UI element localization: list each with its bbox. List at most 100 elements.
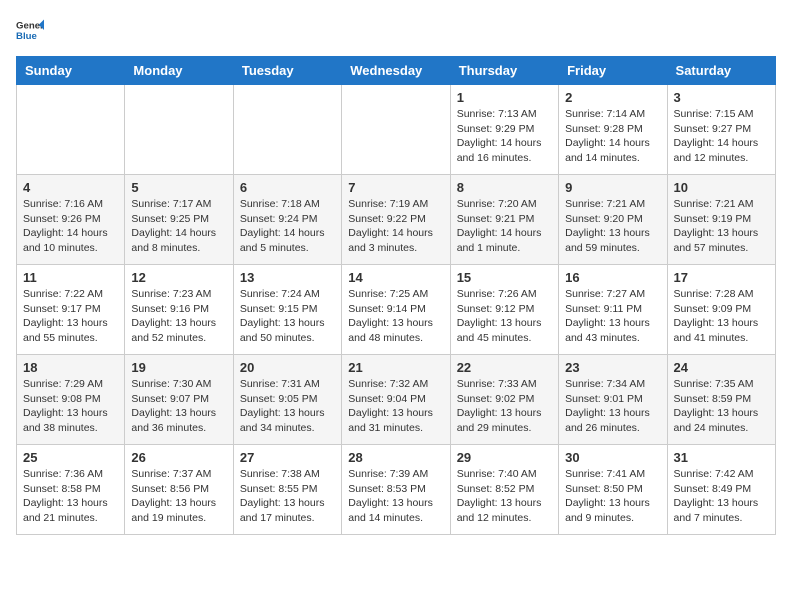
calendar-week-5: 25 Sunrise: 7:36 AM Sunset: 8:58 PM Dayli… xyxy=(17,445,776,535)
calendar-cell xyxy=(233,85,341,175)
calendar-cell: 18 Sunrise: 7:29 AM Sunset: 9:08 PM Dayli… xyxy=(17,355,125,445)
calendar-cell: 24 Sunrise: 7:35 AM Sunset: 8:59 PM Dayli… xyxy=(667,355,775,445)
day-info: Sunrise: 7:21 AM Sunset: 9:19 PM Dayligh… xyxy=(674,197,769,256)
day-info: Sunrise: 7:14 AM Sunset: 9:28 PM Dayligh… xyxy=(565,107,660,166)
day-info: Sunrise: 7:23 AM Sunset: 9:16 PM Dayligh… xyxy=(131,287,226,346)
calendar-cell: 17Sunrise: 7:28 AM Sunset: 9:09 PM Dayli… xyxy=(667,265,775,355)
column-header-tuesday: Tuesday xyxy=(233,57,341,85)
calendar-week-4: 18 Sunrise: 7:29 AM Sunset: 9:08 PM Dayli… xyxy=(17,355,776,445)
day-info: Sunrise: 7:22 AM Sunset: 9:17 PM Dayligh… xyxy=(23,287,118,346)
calendar-cell: 19Sunrise: 7:30 AM Sunset: 9:07 PM Dayli… xyxy=(125,355,233,445)
day-number: 27 xyxy=(240,450,335,465)
calendar-cell: 21 Sunrise: 7:32 AM Sunset: 9:04 PM Dayli… xyxy=(342,355,450,445)
day-number: 12 xyxy=(131,270,226,285)
day-info: Sunrise: 7:41 AM Sunset: 8:50 PM Dayligh… xyxy=(565,467,660,526)
calendar-cell: 2 Sunrise: 7:14 AM Sunset: 9:28 PM Daylig… xyxy=(559,85,667,175)
calendar-cell xyxy=(17,85,125,175)
day-info: Sunrise: 7:42 AM Sunset: 8:49 PM Dayligh… xyxy=(674,467,769,526)
day-number: 30 xyxy=(565,450,660,465)
day-number: 7 xyxy=(348,180,443,195)
column-header-monday: Monday xyxy=(125,57,233,85)
day-number: 24 xyxy=(674,360,769,375)
day-number: 11 xyxy=(23,270,118,285)
day-number: 13 xyxy=(240,270,335,285)
day-info: Sunrise: 7:32 AM Sunset: 9:04 PM Dayligh… xyxy=(348,377,443,436)
calendar-cell: 13 Sunrise: 7:24 AM Sunset: 9:15 PM Dayli… xyxy=(233,265,341,355)
calendar-cell: 31 Sunrise: 7:42 AM Sunset: 8:49 PM Dayli… xyxy=(667,445,775,535)
calendar-week-3: 11 Sunrise: 7:22 AM Sunset: 9:17 PM Dayli… xyxy=(17,265,776,355)
calendar-cell xyxy=(125,85,233,175)
day-number: 9 xyxy=(565,180,660,195)
calendar-cell: 25 Sunrise: 7:36 AM Sunset: 8:58 PM Dayli… xyxy=(17,445,125,535)
column-header-friday: Friday xyxy=(559,57,667,85)
day-info: Sunrise: 7:24 AM Sunset: 9:15 PM Dayligh… xyxy=(240,287,335,346)
day-info: Sunrise: 7:37 AM Sunset: 8:56 PM Dayligh… xyxy=(131,467,226,526)
calendar-cell: 7Sunrise: 7:19 AM Sunset: 9:22 PM Daylig… xyxy=(342,175,450,265)
calendar-cell: 16Sunrise: 7:27 AM Sunset: 9:11 PM Dayli… xyxy=(559,265,667,355)
day-number: 31 xyxy=(674,450,769,465)
day-number: 8 xyxy=(457,180,552,195)
day-number: 22 xyxy=(457,360,552,375)
column-header-thursday: Thursday xyxy=(450,57,558,85)
day-info: Sunrise: 7:30 AM Sunset: 9:07 PM Dayligh… xyxy=(131,377,226,436)
calendar-cell: 28 Sunrise: 7:39 AM Sunset: 8:53 PM Dayli… xyxy=(342,445,450,535)
calendar-cell: 29 Sunrise: 7:40 AM Sunset: 8:52 PM Dayli… xyxy=(450,445,558,535)
day-info: Sunrise: 7:20 AM Sunset: 9:21 PM Dayligh… xyxy=(457,197,552,256)
day-number: 20 xyxy=(240,360,335,375)
day-info: Sunrise: 7:21 AM Sunset: 9:20 PM Dayligh… xyxy=(565,197,660,256)
day-info: Sunrise: 7:26 AM Sunset: 9:12 PM Dayligh… xyxy=(457,287,552,346)
day-number: 14 xyxy=(348,270,443,285)
calendar-cell: 14 Sunrise: 7:25 AM Sunset: 9:14 PM Dayli… xyxy=(342,265,450,355)
day-number: 29 xyxy=(457,450,552,465)
calendar-week-1: 1Sunrise: 7:13 AM Sunset: 9:29 PM Daylig… xyxy=(17,85,776,175)
calendar-cell: 22 Sunrise: 7:33 AM Sunset: 9:02 PM Dayli… xyxy=(450,355,558,445)
day-number: 25 xyxy=(23,450,118,465)
day-info: Sunrise: 7:18 AM Sunset: 9:24 PM Dayligh… xyxy=(240,197,335,256)
day-info: Sunrise: 7:15 AM Sunset: 9:27 PM Dayligh… xyxy=(674,107,769,166)
day-number: 3 xyxy=(674,90,769,105)
calendar-cell: 9 Sunrise: 7:21 AM Sunset: 9:20 PM Daylig… xyxy=(559,175,667,265)
day-number: 4 xyxy=(23,180,118,195)
calendar-cell: 8 Sunrise: 7:20 AM Sunset: 9:21 PM Daylig… xyxy=(450,175,558,265)
calendar-cell: 15 Sunrise: 7:26 AM Sunset: 9:12 PM Dayli… xyxy=(450,265,558,355)
column-header-wednesday: Wednesday xyxy=(342,57,450,85)
column-header-saturday: Saturday xyxy=(667,57,775,85)
day-info: Sunrise: 7:40 AM Sunset: 8:52 PM Dayligh… xyxy=(457,467,552,526)
day-info: Sunrise: 7:33 AM Sunset: 9:02 PM Dayligh… xyxy=(457,377,552,436)
day-info: Sunrise: 7:35 AM Sunset: 8:59 PM Dayligh… xyxy=(674,377,769,436)
calendar-cell: 4Sunrise: 7:16 AM Sunset: 9:26 PM Daylig… xyxy=(17,175,125,265)
calendar-cell: 23Sunrise: 7:34 AM Sunset: 9:01 PM Dayli… xyxy=(559,355,667,445)
calendar-week-2: 4Sunrise: 7:16 AM Sunset: 9:26 PM Daylig… xyxy=(17,175,776,265)
calendar-cell: 27 Sunrise: 7:38 AM Sunset: 8:55 PM Dayli… xyxy=(233,445,341,535)
calendar-cell: 11 Sunrise: 7:22 AM Sunset: 9:17 PM Dayli… xyxy=(17,265,125,355)
logo: General Blue xyxy=(16,16,44,44)
calendar-cell: 6Sunrise: 7:18 AM Sunset: 9:24 PM Daylig… xyxy=(233,175,341,265)
calendar-cell: 10 Sunrise: 7:21 AM Sunset: 9:19 PM Dayli… xyxy=(667,175,775,265)
day-info: Sunrise: 7:28 AM Sunset: 9:09 PM Dayligh… xyxy=(674,287,769,346)
day-info: Sunrise: 7:25 AM Sunset: 9:14 PM Dayligh… xyxy=(348,287,443,346)
day-number: 10 xyxy=(674,180,769,195)
page-header: General Blue xyxy=(16,16,776,44)
calendar-cell: 30 Sunrise: 7:41 AM Sunset: 8:50 PM Dayli… xyxy=(559,445,667,535)
day-info: Sunrise: 7:13 AM Sunset: 9:29 PM Dayligh… xyxy=(457,107,552,166)
day-number: 2 xyxy=(565,90,660,105)
calendar-cell: 3 Sunrise: 7:15 AM Sunset: 9:27 PM Daylig… xyxy=(667,85,775,175)
day-number: 5 xyxy=(131,180,226,195)
calendar-cell: 20Sunrise: 7:31 AM Sunset: 9:05 PM Dayli… xyxy=(233,355,341,445)
day-info: Sunrise: 7:36 AM Sunset: 8:58 PM Dayligh… xyxy=(23,467,118,526)
day-number: 21 xyxy=(348,360,443,375)
day-number: 18 xyxy=(23,360,118,375)
day-number: 28 xyxy=(348,450,443,465)
calendar-cell xyxy=(342,85,450,175)
day-number: 26 xyxy=(131,450,226,465)
day-info: Sunrise: 7:29 AM Sunset: 9:08 PM Dayligh… xyxy=(23,377,118,436)
day-info: Sunrise: 7:39 AM Sunset: 8:53 PM Dayligh… xyxy=(348,467,443,526)
day-info: Sunrise: 7:27 AM Sunset: 9:11 PM Dayligh… xyxy=(565,287,660,346)
day-info: Sunrise: 7:17 AM Sunset: 9:25 PM Dayligh… xyxy=(131,197,226,256)
calendar-cell: 5 Sunrise: 7:17 AM Sunset: 9:25 PM Daylig… xyxy=(125,175,233,265)
calendar-cell: 26 Sunrise: 7:37 AM Sunset: 8:56 PM Dayli… xyxy=(125,445,233,535)
day-info: Sunrise: 7:38 AM Sunset: 8:55 PM Dayligh… xyxy=(240,467,335,526)
svg-text:Blue: Blue xyxy=(16,31,37,42)
day-number: 15 xyxy=(457,270,552,285)
calendar-cell: 1Sunrise: 7:13 AM Sunset: 9:29 PM Daylig… xyxy=(450,85,558,175)
